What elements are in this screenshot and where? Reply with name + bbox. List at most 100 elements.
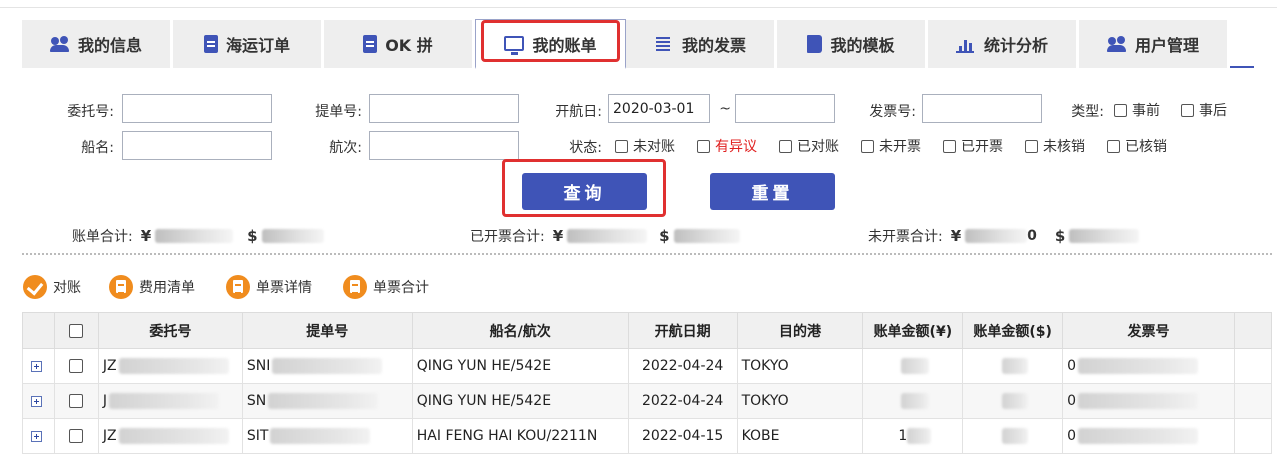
column-header: 账单金额(¥)	[862, 312, 964, 349]
table-row[interactable]: JZ SNI QING YUN HE/542E 2022-04-24 TOKYO…	[22, 348, 1272, 384]
tab-my-bills[interactable]: 我的账单	[475, 19, 626, 69]
status-reconciled-checkbox[interactable]: 已对账	[779, 136, 839, 156]
action-label: 对账	[53, 280, 81, 296]
checkbox-icon	[943, 139, 956, 153]
visible-digit: 0	[1027, 228, 1037, 244]
status-label: 状态:	[569, 140, 602, 156]
bl-input[interactable]	[369, 94, 519, 123]
table-row[interactable]: JZ SIT HAI FENG HAI KOU/2211N 2022-04-15…	[22, 418, 1272, 454]
redacted-value	[261, 229, 324, 243]
tab-sea-orders[interactable]: 海运订单	[173, 20, 324, 68]
users-icon	[49, 35, 70, 53]
checkbox-icon	[1181, 103, 1194, 117]
action-label: 费用清单	[139, 280, 195, 296]
checkbox-icon	[615, 139, 628, 153]
redacted-value	[965, 229, 1028, 243]
redacted-value	[118, 358, 229, 374]
invoice-cell: 0	[1067, 428, 1077, 444]
date-separator: ~	[719, 101, 731, 117]
tab-my-info[interactable]: 我的信息	[22, 20, 173, 68]
tab-label: 我的发票	[681, 36, 746, 55]
status-unreconciled-checkbox[interactable]: 未对账	[615, 136, 675, 156]
tab-ok-pin[interactable]: OK 拼	[324, 20, 475, 68]
port-cell: TOKYO	[736, 383, 864, 419]
tab-label: 我的账单	[532, 35, 597, 55]
sail-date-from-input[interactable]	[608, 94, 710, 123]
usd-symbol: $	[247, 227, 258, 245]
bl-cell: SIT	[246, 428, 269, 444]
vessel-voyage-cell: HAI FENG HAI KOU/2211N	[411, 418, 629, 454]
redacted-value	[1078, 393, 1199, 409]
vessel-voyage-cell: QING YUN HE/542E	[411, 348, 629, 384]
consignor-input[interactable]	[122, 94, 272, 123]
vessel-input[interactable]	[122, 131, 272, 160]
redacted-value	[155, 229, 234, 243]
single-ticket-detail-action[interactable]: 单票详情	[226, 275, 312, 299]
single-ticket-total-action[interactable]: 单票合计	[343, 275, 429, 299]
usd-symbol: $	[1054, 227, 1066, 245]
status-invoiced-checkbox[interactable]: 已开票	[943, 136, 1003, 156]
checkbox-icon	[697, 139, 710, 153]
redacted-value	[1069, 229, 1140, 243]
tab-my-templates[interactable]: 我的模板	[777, 20, 928, 68]
table-header-row: 委托号 提单号 船名/航次 开航日期 目的港 账单金额(¥) 账单金额($) 发…	[22, 312, 1272, 349]
select-all-checkbox[interactable]	[69, 323, 84, 338]
redacted-value	[268, 393, 379, 409]
tab-my-invoices[interactable]: 我的发票	[626, 20, 777, 68]
document-circle-icon	[109, 275, 133, 299]
redacted-value	[118, 428, 229, 444]
checkbox-icon	[1107, 139, 1120, 153]
consignor-label: 委托号:	[67, 104, 114, 120]
expand-icon[interactable]	[31, 430, 42, 442]
redacted-value	[1078, 358, 1199, 374]
invoiced-total-label: 已开票合计:	[470, 229, 545, 245]
tab-label: 我的模板	[830, 36, 895, 55]
bl-cell: SNI	[246, 358, 271, 374]
expand-icon[interactable]	[31, 360, 42, 372]
usd-symbol: $	[659, 227, 670, 245]
table-row[interactable]: J SN QING YUN HE/542E 2022-04-24 TOKYO 0	[22, 383, 1272, 419]
redacted-value	[1001, 393, 1028, 409]
divider	[22, 253, 1272, 255]
column-header: 委托号	[97, 312, 243, 349]
port-cell: KOBE	[736, 418, 864, 454]
invoiced-total: 已开票合计: ¥ $	[470, 226, 740, 246]
query-button[interactable]: 查询	[522, 173, 647, 210]
voyage-input[interactable]	[369, 131, 519, 160]
redacted-value	[109, 393, 220, 409]
invoice-input[interactable]	[922, 94, 1042, 123]
type-after-checkbox[interactable]: 事后	[1181, 100, 1227, 120]
consignor-cell: JZ	[102, 358, 117, 374]
column-header: 发票号	[1062, 312, 1235, 349]
bill-table: 委托号 提单号 船名/航次 开航日期 目的港 账单金额(¥) 账单金额($) 发…	[22, 312, 1272, 454]
redacted-value	[270, 428, 371, 444]
status-not-invoiced-checkbox[interactable]: 未开票	[861, 136, 921, 156]
tab-statistics[interactable]: 统计分析	[928, 20, 1079, 68]
bill-total: 账单合计: ¥ $	[72, 226, 324, 246]
reset-button[interactable]: 重置	[710, 173, 835, 210]
row-checkbox[interactable]	[69, 429, 84, 443]
uninvoiced-total: 未开票合计: ¥ 0 $	[868, 226, 1140, 246]
list-icon	[654, 35, 674, 53]
checkbox-icon	[779, 139, 792, 153]
status-not-written-off-checkbox[interactable]: 未核销	[1025, 136, 1085, 156]
document-icon	[203, 35, 218, 53]
monitor-icon	[504, 36, 525, 55]
tab-user-management[interactable]: 用户管理	[1079, 20, 1230, 68]
reconcile-action[interactable]: 对账	[23, 275, 81, 299]
row-checkbox[interactable]	[69, 359, 84, 373]
users-icon	[1106, 35, 1127, 53]
redacted-value	[907, 428, 932, 444]
expense-list-action[interactable]: 费用清单	[109, 275, 195, 299]
redacted-value	[1001, 358, 1028, 374]
sail-date-to-input[interactable]	[735, 94, 835, 123]
expand-icon[interactable]	[31, 395, 42, 407]
status-written-off-checkbox[interactable]: 已核销	[1107, 136, 1167, 156]
redacted-value	[272, 358, 383, 374]
row-checkbox[interactable]	[69, 394, 84, 408]
document-circle-icon	[226, 275, 250, 299]
type-before-checkbox[interactable]: 事前	[1114, 100, 1160, 120]
status-disputed-checkbox[interactable]: 有异议	[697, 136, 757, 156]
checkbox-icon	[1025, 139, 1038, 153]
port-cell: TOKYO	[736, 348, 864, 384]
